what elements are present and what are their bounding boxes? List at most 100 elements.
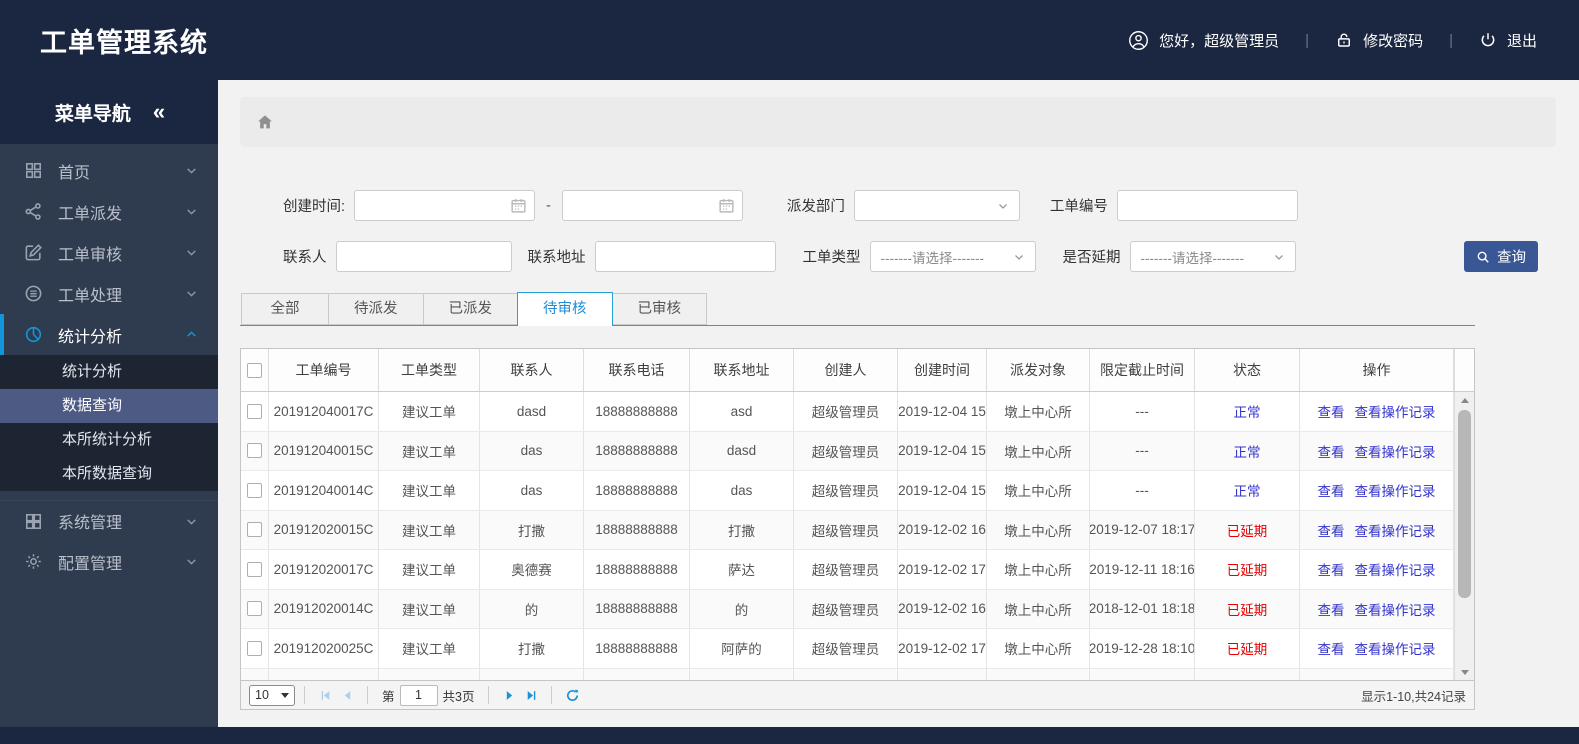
tab-0[interactable]: 全部 [241, 293, 329, 325]
chevron-down-icon [185, 205, 198, 218]
view-link[interactable]: 查看 [1318, 441, 1345, 461]
first-page-button[interactable] [314, 684, 336, 706]
view-link[interactable]: 查看 [1318, 401, 1345, 421]
row-checkbox[interactable] [247, 561, 262, 577]
submenu-item-3[interactable]: 本所数据查询 [0, 457, 218, 491]
cell-actions: 查看 查看操作记录 [1300, 471, 1454, 510]
view-log-link[interactable]: 查看操作记录 [1355, 401, 1436, 421]
view-link[interactable]: 查看 [1318, 559, 1345, 579]
view-log-link[interactable]: 查看操作记录 [1355, 441, 1436, 461]
tab-2[interactable]: 已派发 [422, 293, 518, 325]
table-row: 201912040017C 建议工单 dasd 18888888888 asd 超级管理员… [241, 392, 1474, 432]
sidebar-item-1[interactable]: 工单派发 [0, 191, 218, 232]
cell-address: das [690, 471, 794, 510]
submenu-item-1[interactable]: 数据查询 [0, 389, 218, 423]
record-summary: 显示1-10,共24记录 [1361, 689, 1466, 704]
cell-type: 建议工单 [379, 392, 480, 431]
scrollbar-header-spacer [1454, 349, 1474, 391]
home-icon[interactable] [256, 113, 274, 131]
dispatch-dept-select[interactable] [853, 190, 1020, 221]
share-icon [24, 202, 43, 221]
order-type-value: -------请选择------- [880, 250, 984, 266]
sidebar-item-3[interactable]: 工单处理 [0, 273, 218, 314]
row-checkbox[interactable] [247, 403, 262, 419]
create-time-end-input[interactable] [561, 190, 743, 221]
nav-title-text: 菜单导航 [54, 103, 131, 125]
page-input[interactable] [399, 684, 438, 706]
status-badge: 正常 [1195, 471, 1300, 510]
table-row: 201912040014C 建议工单 das 18888888888 das 超级管理员 2… [241, 471, 1474, 511]
view-link[interactable]: 查看 [1318, 638, 1345, 658]
column-header-1: 工单类型 [379, 349, 480, 391]
row-checkbox[interactable] [247, 482, 262, 498]
calendar-icon[interactable] [718, 197, 735, 214]
change-password-button[interactable]: 修改密码 [1335, 30, 1423, 51]
address-input[interactable] [594, 241, 776, 272]
next-page-button[interactable] [498, 684, 520, 706]
cell-actions: 查看 查看操作记录 [1300, 431, 1454, 470]
pager-divider [551, 686, 553, 704]
collapse-sidebar-icon[interactable]: « [153, 99, 165, 125]
search-icon [1476, 250, 1490, 264]
cell-created: 2019-12-02 17 [898, 629, 987, 668]
view-log-link[interactable]: 查看操作记录 [1355, 638, 1436, 658]
cell-address: asd [690, 392, 794, 431]
view-log-link[interactable]: 查看操作记录 [1355, 480, 1436, 500]
view-log-link[interactable]: 查看操作记录 [1355, 520, 1436, 540]
row-checkbox-cell [241, 668, 269, 680]
cell-phone: 18888888888 [584, 510, 690, 549]
cell-type: 建议工单 [379, 629, 480, 668]
table-header-row: 工单编号 工单类型 联系人 联系电话 联系地址 创建人 创建时间 派发对象 限定截止时间 状态 操作 [241, 349, 1474, 392]
user-greeting[interactable]: 您好，超级管理员 [1128, 30, 1279, 51]
select-all-checkbox[interactable] [247, 362, 262, 378]
view-log-link[interactable]: 查看操作记录 [1355, 599, 1436, 619]
submenu-item-2[interactable]: 本所统计分析 [0, 423, 218, 457]
order-no-input[interactable] [1116, 190, 1298, 221]
row-checkbox[interactable] [247, 443, 262, 459]
logout-button[interactable]: 退出 [1479, 30, 1537, 51]
cell-order_no: 201912020017C [269, 550, 379, 589]
view-link[interactable]: 查看 [1318, 599, 1345, 619]
column-header-3: 联系电话 [584, 349, 690, 391]
sidebar-item-label: 系统管理 [58, 515, 123, 532]
delay-select[interactable]: -------请选择------- [1129, 241, 1296, 272]
view-link[interactable]: 查看 [1318, 520, 1345, 540]
view-link[interactable]: 查看 [1318, 480, 1345, 500]
sidebar-item-label: 统计分析 [58, 328, 123, 346]
calendar-icon[interactable] [510, 197, 527, 214]
row-checkbox[interactable] [247, 601, 262, 617]
scrollbar-thumb[interactable] [1458, 410, 1471, 598]
sidebar-menu: 首页 工单派发 工单审核 工单处理 统计分析 统计分析 数据查询 本所统计分析 本所数据查询 系统… [0, 150, 218, 582]
gear-icon [24, 552, 43, 571]
scroll-down-icon[interactable] [1455, 664, 1474, 680]
scroll-up-icon[interactable] [1455, 392, 1474, 408]
last-page-button[interactable] [520, 684, 542, 706]
view-log-link[interactable]: 查看操作记录 [1355, 559, 1436, 579]
user-icon [1128, 30, 1149, 51]
cell-target: 墩上中心所 [987, 510, 1090, 549]
prev-page-button[interactable] [336, 684, 358, 706]
row-checkbox[interactable] [247, 640, 262, 656]
query-button[interactable]: 查询 [1464, 241, 1538, 272]
tab-1[interactable]: 待派发 [328, 293, 424, 325]
sidebar-item-0[interactable]: 首页 [0, 150, 218, 191]
page-size-select[interactable]: 10 [249, 684, 295, 706]
sidebar-item-6[interactable]: 配置管理 [0, 541, 218, 582]
row-checkbox[interactable] [247, 522, 262, 538]
cell-actions: 查看 查看操作记录 [1300, 550, 1454, 589]
order-type-select[interactable]: -------请选择------- [869, 241, 1036, 272]
cell-creator: 超级管理员 [794, 510, 898, 549]
process-icon [24, 284, 43, 303]
contact-input[interactable] [335, 241, 512, 272]
refresh-button[interactable] [561, 684, 583, 706]
vertical-scrollbar[interactable] [1454, 392, 1474, 680]
cell-phone: 18888888888 [584, 392, 690, 431]
cell-contact: 的 [480, 589, 584, 628]
sidebar-item-2[interactable]: 工单审核 [0, 232, 218, 273]
sidebar-item-5[interactable]: 系统管理 [0, 500, 218, 541]
tab-3[interactable]: 待审核 [517, 292, 613, 326]
create-time-start-input[interactable] [354, 190, 536, 221]
tab-4[interactable]: 已审核 [611, 293, 707, 325]
sidebar-item-4[interactable]: 统计分析 [0, 314, 218, 355]
submenu-item-0[interactable]: 统计分析 [0, 355, 218, 389]
